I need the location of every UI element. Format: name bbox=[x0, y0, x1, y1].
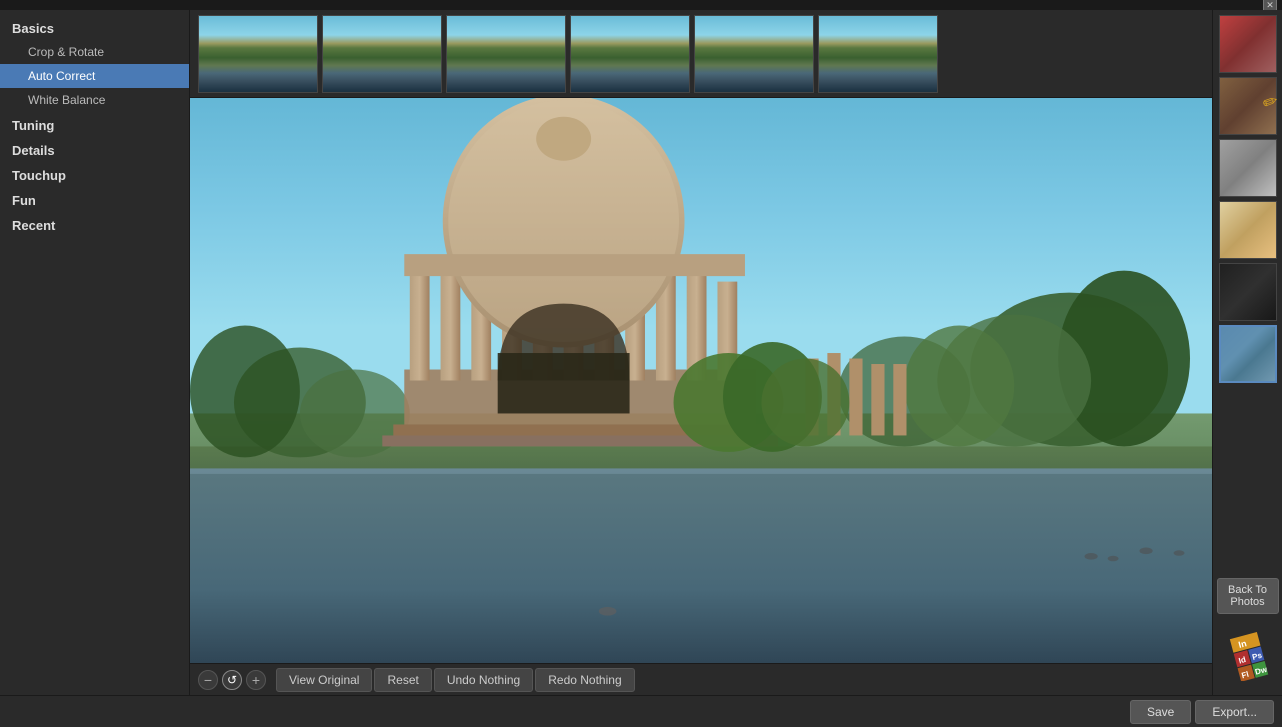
export-button[interactable]: Export... bbox=[1195, 700, 1274, 724]
view-original-button[interactable]: View Original bbox=[276, 668, 372, 692]
main-layout: Basics Crop & Rotate Auto Correct White … bbox=[0, 10, 1282, 695]
undo-button[interactable]: Undo Nothing bbox=[434, 668, 533, 692]
back-to-photos-button[interactable]: Back To Photos bbox=[1217, 578, 1279, 614]
sidebar-section-recent[interactable]: Recent bbox=[0, 212, 189, 237]
zoom-in-button[interactable]: + bbox=[246, 670, 266, 690]
right-sidebar: ✏ Back To Photos bbox=[1212, 10, 1282, 695]
right-sidebar-bottom: Back To Photos In bbox=[1217, 578, 1279, 690]
sidebar-section-fun[interactable]: Fun bbox=[0, 187, 189, 212]
redo-button[interactable]: Redo Nothing bbox=[535, 668, 634, 692]
sidebar-item-auto-correct[interactable]: Auto Correct bbox=[0, 64, 189, 88]
filmstrip-thumb-6[interactable] bbox=[818, 15, 938, 93]
center-content: − ↺ + View Original Reset Undo Nothing R… bbox=[190, 10, 1212, 695]
thumb-content-4 bbox=[571, 16, 689, 92]
sidebar-item-crop-rotate[interactable]: Crop & Rotate bbox=[0, 40, 189, 64]
zoom-reset-button[interactable]: ↺ bbox=[222, 670, 242, 690]
filmstrip-thumb-3[interactable] bbox=[446, 15, 566, 93]
thumb-content-5 bbox=[695, 16, 813, 92]
filmstrip-thumb-2[interactable] bbox=[322, 15, 442, 93]
sidebar-section-touchup[interactable]: Touchup bbox=[0, 162, 189, 187]
bottom-bar: − ↺ + View Original Reset Undo Nothing R… bbox=[190, 663, 1212, 695]
filmstrip-thumb-4[interactable] bbox=[570, 15, 690, 93]
thumb-content-3 bbox=[447, 16, 565, 92]
right-sidebar-thumb-4[interactable] bbox=[1219, 201, 1277, 259]
top-bar: ✕ bbox=[0, 0, 1282, 10]
filmstrip-thumb-1[interactable] bbox=[198, 15, 318, 93]
save-button[interactable]: Save bbox=[1130, 700, 1191, 724]
sidebar-item-white-balance[interactable]: White Balance bbox=[0, 88, 189, 112]
photo-canvas bbox=[190, 98, 1212, 663]
thumb-content-6 bbox=[819, 16, 937, 92]
palace-illustration bbox=[190, 98, 1212, 663]
action-bar: Save Export... bbox=[0, 695, 1282, 727]
right-sidebar-thumb-5[interactable] bbox=[1219, 263, 1277, 321]
right-sidebar-thumb-6-active[interactable] bbox=[1219, 325, 1277, 383]
sidebar-section-basics[interactable]: Basics bbox=[0, 15, 189, 40]
zoom-controls: − ↺ + bbox=[198, 670, 266, 690]
zoom-out-button[interactable]: − bbox=[198, 670, 218, 690]
left-sidebar: Basics Crop & Rotate Auto Correct White … bbox=[0, 10, 190, 695]
photo-area bbox=[190, 98, 1212, 663]
thumb-content-2 bbox=[323, 16, 441, 92]
right-sidebar-thumb-3[interactable] bbox=[1219, 139, 1277, 197]
reset-button[interactable]: Reset bbox=[374, 668, 431, 692]
sidebar-section-tuning[interactable]: Tuning bbox=[0, 112, 189, 137]
sidebar-section-details[interactable]: Details bbox=[0, 137, 189, 162]
app-icon-svg: In Id Ps Fl Dw bbox=[1220, 625, 1276, 681]
filmstrip-thumb-5[interactable] bbox=[694, 15, 814, 93]
filmstrip bbox=[190, 10, 1212, 98]
app-icon: In Id Ps Fl Dw bbox=[1219, 624, 1277, 682]
right-sidebar-thumb-1[interactable] bbox=[1219, 15, 1277, 73]
thumb-content-1 bbox=[199, 16, 317, 92]
